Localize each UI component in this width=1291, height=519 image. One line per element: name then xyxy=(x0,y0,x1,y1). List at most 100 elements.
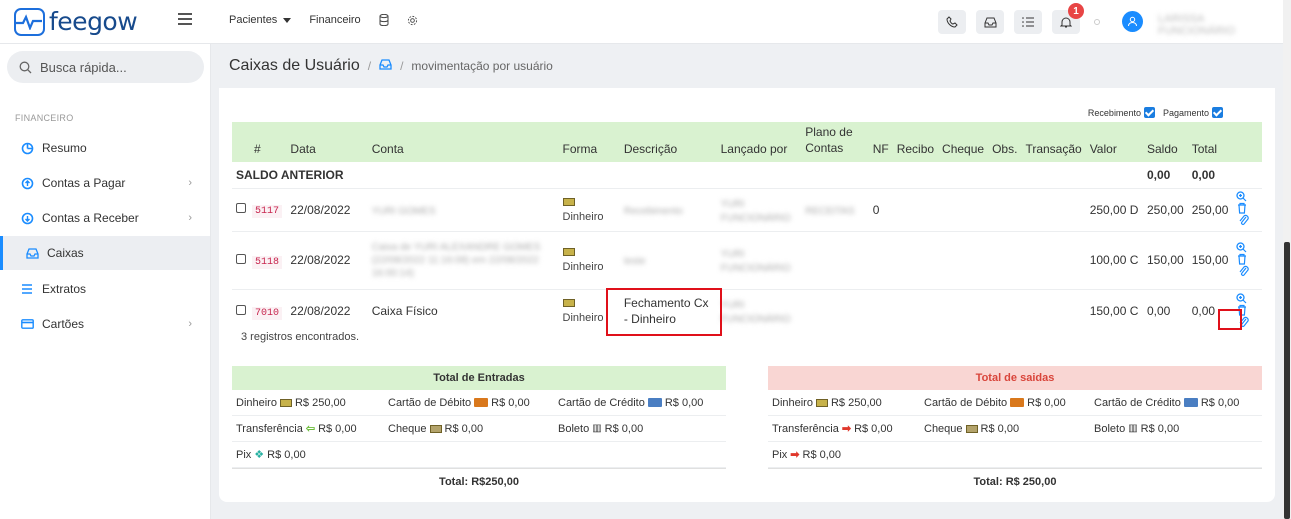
user-icon xyxy=(1128,16,1137,27)
caret-down-icon xyxy=(283,17,292,23)
paperclip-icon[interactable] xyxy=(1239,214,1250,226)
scrollbar[interactable] xyxy=(1283,0,1291,519)
saidas-row: Dinheiro R$ 250,00 Cartão de Débito R$ 0,0… xyxy=(768,390,1262,416)
sidebar-item-contas-a-receber[interactable]: Contas a Receber › xyxy=(0,201,210,235)
chevron-right-icon: › xyxy=(188,177,192,189)
sidebar-item-caixas[interactable]: Caixas xyxy=(0,236,210,270)
row-total: 150,00 xyxy=(1187,231,1233,290)
recebimento-checkbox[interactable] xyxy=(1143,107,1155,118)
feegow-logo[interactable]: feegow xyxy=(14,7,138,36)
pie-chart-icon xyxy=(20,141,34,155)
saldo-anterior-label: SALDO ANTERIOR xyxy=(232,162,1143,189)
arrow-left-icon: ⇦ xyxy=(305,423,316,435)
table-row: 5118 22/08/2022 Caixa de YURI ALEXANDRE … xyxy=(232,231,1262,290)
entradas-transf-label: Transferência xyxy=(236,422,303,435)
saidas-row: Transferência ➡ R$ 0,00 Cheque R$ 0,00 Bole… xyxy=(768,416,1262,442)
saidas-credito-label: Cartão de Crédito xyxy=(1094,396,1181,409)
menu-toggle-icon[interactable] xyxy=(178,13,192,27)
row-descricao: Recebimento xyxy=(623,205,683,217)
saidas-dinheiro-value: R$ 250,00 xyxy=(830,396,882,409)
scrollbar-thumb[interactable] xyxy=(1284,242,1290,519)
entradas-credito-value: R$ 0,00 xyxy=(664,396,704,409)
breadcrumb: Caixas de Usuário / / movimentação por u… xyxy=(211,44,1283,88)
cash-icon xyxy=(562,299,575,308)
cheque-icon xyxy=(965,424,978,433)
row-actions xyxy=(1236,241,1247,265)
row-checkbox[interactable] xyxy=(236,253,246,264)
sidebar-item-cartoes[interactable]: Cartões › xyxy=(0,307,210,341)
nav-financeiro[interactable]: Financeiro xyxy=(309,14,360,26)
cheque-icon xyxy=(429,424,442,433)
row-conta: Caixa de YURI ALEXANDRE GOMES (22/08/202… xyxy=(371,241,541,279)
saidas-debito-label: Cartão de Débito xyxy=(924,396,1008,409)
chevron-right-icon: › xyxy=(188,318,192,330)
movements-card: Recebimento Pagamento # Data Conta Forma… xyxy=(219,88,1275,502)
nav-financeiro-label: Financeiro xyxy=(309,14,361,26)
notification-badge: 1 xyxy=(1068,3,1084,19)
saidas-pix-value: R$ 0,00 xyxy=(802,448,842,461)
pix-icon: ❖ xyxy=(254,449,265,461)
trash-icon[interactable] xyxy=(1237,253,1247,265)
row-checkbox[interactable] xyxy=(236,304,246,315)
status-dot xyxy=(1094,19,1100,25)
entradas-cheque-label: Cheque xyxy=(388,422,427,435)
zoom-in-icon[interactable] xyxy=(1236,293,1247,304)
row-conta: YURI GOMES xyxy=(371,205,436,217)
saidas-boleto-label: Boleto xyxy=(1094,422,1126,435)
inbox-icon[interactable] xyxy=(379,59,392,73)
row-date: 22/08/2022 xyxy=(290,304,351,319)
zoom-in-icon[interactable] xyxy=(1236,191,1247,202)
col-saldo: Saldo xyxy=(1146,142,1178,156)
row-saldo: 250,00 xyxy=(1142,188,1188,232)
database-icon[interactable] xyxy=(379,14,389,26)
entradas-debito-label: Cartão de Débito xyxy=(388,396,472,409)
nav-pacientes-label: Pacientes xyxy=(229,14,278,26)
row-lancado-por: YURI FUNCIONÁRIO xyxy=(720,198,791,224)
saidas-transf-value: R$ 0,00 xyxy=(854,422,893,435)
arrow-right-icon: ➡ xyxy=(841,423,852,435)
entradas-pix-value: R$ 0,00 xyxy=(267,448,306,461)
entradas-boleto-label: Boleto xyxy=(558,422,590,435)
paperclip-icon[interactable] xyxy=(1239,265,1250,277)
search-input[interactable]: Busca rápida... xyxy=(7,51,204,83)
phone-button[interactable] xyxy=(938,10,966,34)
inbox-button[interactable] xyxy=(976,10,1004,34)
row-checkbox[interactable] xyxy=(236,203,246,213)
row-date: 22/08/2022 xyxy=(286,188,368,232)
saldo-anterior-row: SALDO ANTERIOR 0,00 0,00 xyxy=(232,162,1262,189)
row-id[interactable]: 7010 xyxy=(252,306,283,320)
search-icon xyxy=(19,61,32,73)
sidebar-item-extratos[interactable]: Extratos xyxy=(0,272,210,306)
row-lancado-por: YURI FUNCIONÁRIO xyxy=(720,300,791,326)
settings-icon[interactable] xyxy=(407,15,418,26)
inbox-icon xyxy=(25,246,39,260)
col-plano-de-contas: Plano de Contas xyxy=(805,125,853,155)
sidebar-item-label: Resumo xyxy=(42,141,87,155)
entradas-row: Transferência ⇦ R$ 0,00 Cheque R$ 0,00 Bole… xyxy=(232,416,726,442)
row-id[interactable]: 5117 xyxy=(252,205,283,218)
saidas-row: Pix ➡ R$ 0,00 xyxy=(768,442,1262,468)
credit-card-icon xyxy=(647,398,662,407)
row-id[interactable]: 5118 xyxy=(252,255,283,269)
row-valor: 250,00 D xyxy=(1085,188,1143,232)
type-filters: Recebimento Pagamento xyxy=(1088,107,1231,118)
arrow-up-circle-icon xyxy=(20,176,34,190)
zoom-in-icon[interactable] xyxy=(1236,241,1247,253)
row-total: 250,00 xyxy=(1187,188,1233,232)
sidebar-item-resumo[interactable]: Resumo xyxy=(0,131,210,165)
tasks-button[interactable] xyxy=(1014,10,1042,34)
pagamento-checkbox[interactable] xyxy=(1212,107,1223,118)
col-forma: Forma xyxy=(562,142,598,156)
user-name[interactable]: LARISSA FUNCIONÁRIO xyxy=(1158,13,1283,37)
entradas-boleto-value: R$ 0,00 xyxy=(604,422,644,435)
sidebar-item-contas-a-pagar[interactable]: Contas a Pagar › xyxy=(0,166,210,200)
row-saldo: 0,00 xyxy=(1146,304,1171,319)
col-actions xyxy=(1232,122,1262,162)
col-recibo: Recibo xyxy=(896,142,935,156)
avatar[interactable] xyxy=(1122,11,1143,32)
entradas-dinheiro-label: Dinheiro xyxy=(236,396,277,409)
highlight-delete xyxy=(1218,309,1242,330)
trash-icon[interactable] xyxy=(1237,202,1247,214)
arrow-right-icon: ➡ xyxy=(790,449,800,461)
nav-pacientes[interactable]: Pacientes xyxy=(229,14,292,26)
